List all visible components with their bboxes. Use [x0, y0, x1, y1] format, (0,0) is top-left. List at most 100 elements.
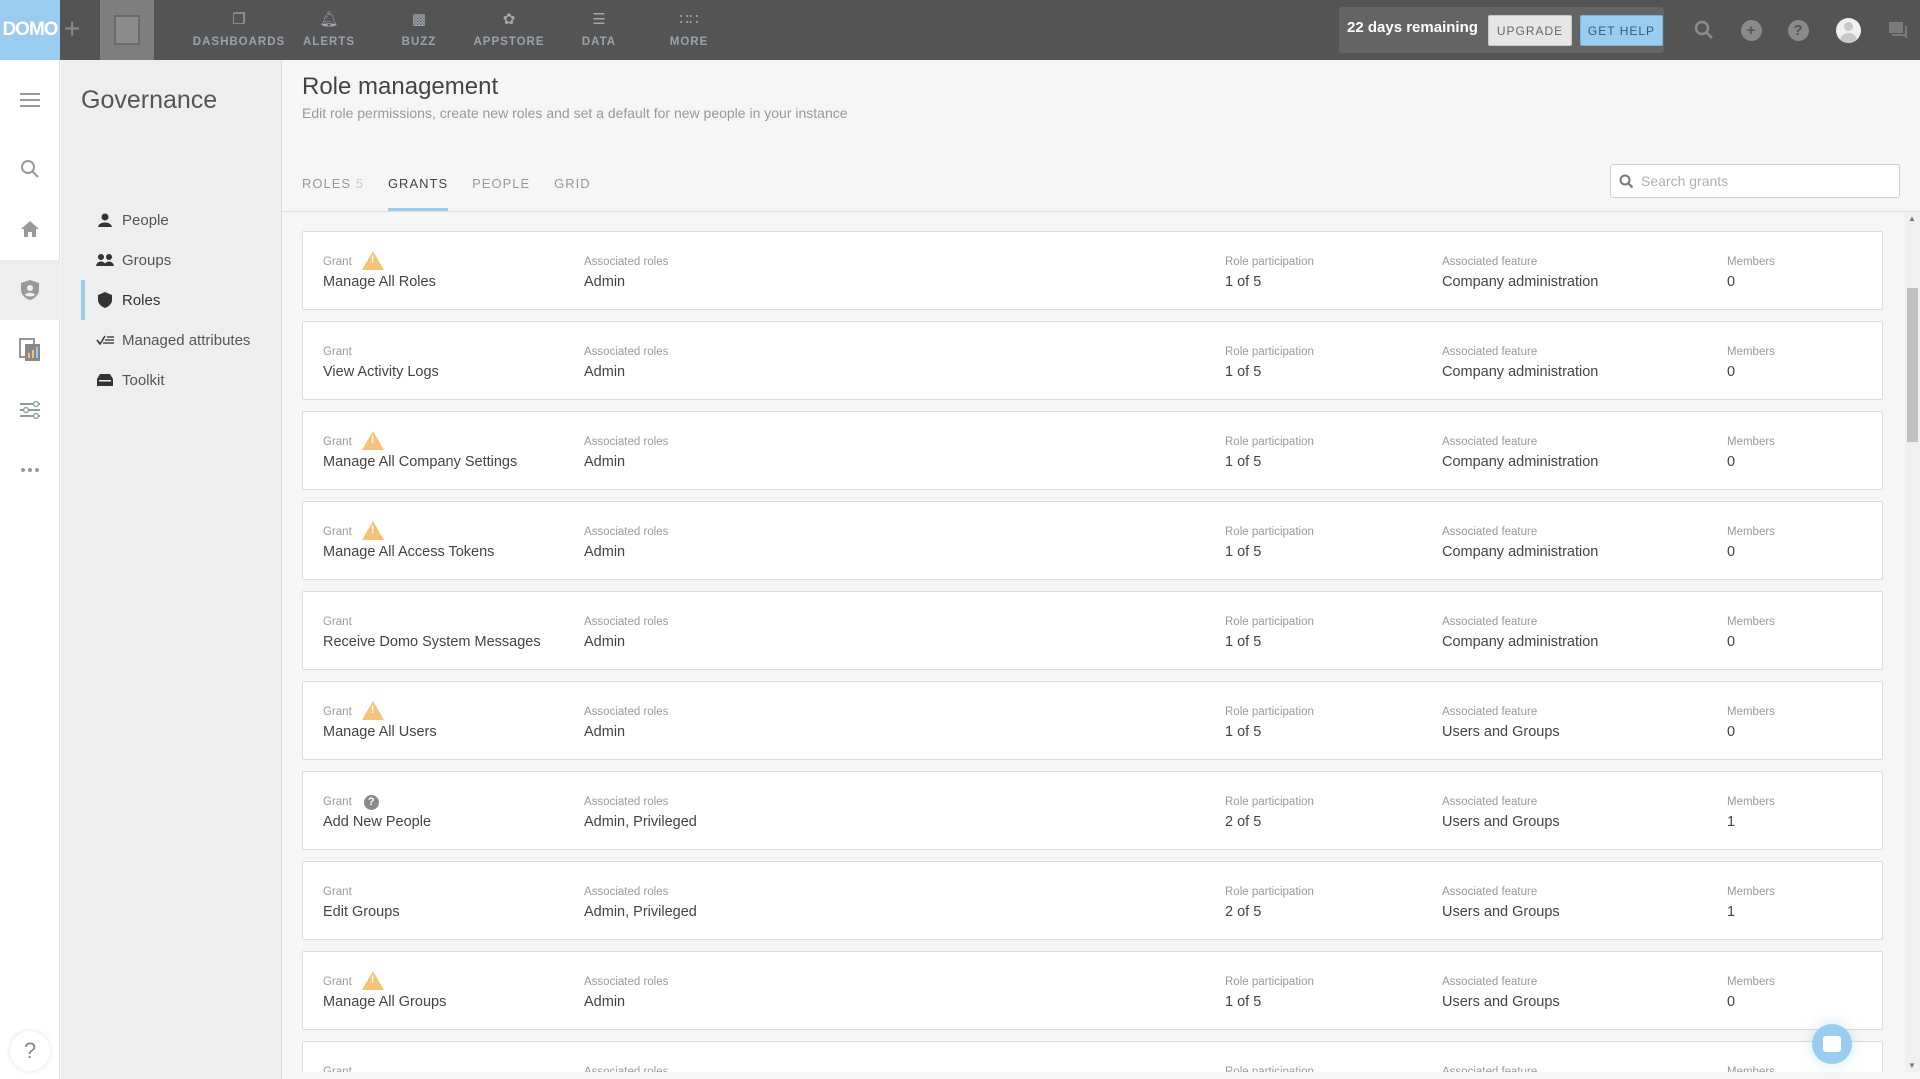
warning-icon[interactable] — [361, 520, 384, 540]
grant-card[interactable]: Grant Manage All Users Associated roles Adm… — [302, 681, 1883, 760]
field-label: Members — [1727, 436, 1775, 448]
avatar[interactable] — [1836, 18, 1861, 43]
home-icon[interactable] — [0, 199, 60, 259]
nav-data[interactable]: ☰ DATA — [554, 0, 644, 60]
bell-icon: 🔔︎ — [319, 11, 339, 28]
members-count: 0 — [1727, 364, 1736, 380]
scrollbar[interactable]: ▲ ▼ — [1905, 212, 1920, 1072]
chat-icon: ▩ — [411, 11, 427, 28]
warning-icon[interactable] — [361, 700, 384, 720]
help-button[interactable]: ? — [10, 1031, 50, 1071]
grant-list: Grant Manage All Roles Associated roles Adm… — [282, 212, 1897, 1072]
help-icon[interactable]: ? — [363, 794, 379, 810]
warning-icon[interactable] — [361, 430, 384, 450]
associated-roles: Admin — [584, 724, 626, 740]
role-participation-column: Role participation 1 of 5 — [1225, 614, 1314, 650]
grant-card[interactable]: Grant Manage All Roles Associated roles Adm… — [302, 231, 1883, 310]
associated-feature-column: Associated feature Company administration — [1442, 434, 1598, 470]
nav-alerts[interactable]: 🔔︎ ALERTS — [284, 0, 374, 60]
scrollbar-thumb[interactable] — [1907, 288, 1918, 442]
field-label: Associated feature — [1442, 256, 1538, 268]
associated-roles-label: Associated roles — [584, 344, 668, 360]
grant-card[interactable]: Grant View Activity Logs Associated roles A… — [302, 321, 1883, 400]
chat-widget-button[interactable] — [1812, 1024, 1852, 1064]
add-icon[interactable]: + — [1739, 18, 1763, 42]
menu-icon[interactable] — [0, 70, 60, 130]
get-help-button[interactable]: GET HELP — [1580, 15, 1663, 46]
associated-feature: Company administration — [1442, 634, 1599, 650]
associated-roles-column: Associated roles Admin — [584, 254, 668, 290]
role-participation: 2 of 5 — [1225, 904, 1262, 920]
sidebar-item-managed-attributes[interactable]: Managed attributes — [81, 320, 276, 360]
nav-dashboards[interactable]: ❐ DASHBOARDS — [192, 0, 286, 60]
members-count-column: Members 1 — [1727, 794, 1775, 830]
left-rail — [0, 60, 60, 1079]
search-icon[interactable] — [1692, 18, 1716, 42]
field-label: Associated roles — [584, 976, 669, 988]
main-content: Role management Edit role permissions, c… — [282, 60, 1920, 1079]
domo-logo[interactable]: DOMO — [0, 0, 60, 60]
nav-appstore[interactable]: ✿ APPSTORE — [464, 0, 554, 60]
plus-icon[interactable]: + — [64, 14, 80, 44]
instance-thumbnail[interactable] — [100, 0, 154, 60]
robot-icon — [114, 15, 140, 45]
tab-grid[interactable]: GRID — [554, 176, 591, 212]
members-count-label: Members — [1727, 884, 1775, 900]
rail-search-icon[interactable] — [0, 139, 60, 199]
search-input[interactable] — [1641, 173, 1881, 189]
grant-card[interactable]: Grant Edit Groups Associated roles Admin, P… — [302, 861, 1883, 940]
settings-sliders-icon[interactable] — [0, 380, 60, 440]
grant-card[interactable]: Grant Manage All Access Tokens Associated … — [302, 501, 1883, 580]
tab-people[interactable]: PEOPLE — [472, 176, 530, 212]
sidebar-item-label: Managed attributes — [122, 331, 251, 349]
associated-roles: Admin — [584, 544, 626, 560]
nav-label: APPSTORE — [473, 36, 545, 48]
scroll-down-icon[interactable]: ▼ — [1908, 1061, 1916, 1070]
toolkit-icon — [94, 373, 116, 387]
messages-icon[interactable] — [1886, 18, 1910, 42]
associated-roles: Admin — [584, 634, 626, 650]
field-label: Associated roles — [584, 346, 669, 358]
analyzer-icon[interactable] — [0, 320, 60, 380]
sidebar-item-people[interactable]: People — [81, 200, 276, 240]
grant-card[interactable]: Grant Manage All Company Settings Associat… — [302, 411, 1883, 490]
upgrade-button[interactable]: UPGRADE — [1488, 15, 1572, 46]
field-label: Associated roles — [584, 256, 669, 268]
governance-icon[interactable] — [0, 260, 60, 320]
tab-roles[interactable]: ROLES 5 — [302, 176, 364, 212]
tab-grants[interactable]: GRANTS — [387, 176, 449, 212]
help-icon[interactable]: ? — [1786, 18, 1810, 42]
role-participation: 1 of 5 — [1225, 544, 1262, 560]
associated-roles-column: Associated roles Admin, Privileged — [584, 884, 697, 920]
grant-card[interactable]: Grant Associated roles Role participation A… — [302, 1041, 1883, 1072]
warning-icon[interactable] — [361, 250, 384, 270]
nav-label: DASHBOARDS — [192, 36, 286, 48]
role-participation-column: Role participation 1 of 5 — [1225, 434, 1314, 470]
grant-card[interactable]: Grant Manage All Groups Associated roles Ad… — [302, 951, 1883, 1030]
role-participation-column: Role participation 1 of 5 — [1225, 704, 1314, 740]
sidebar-item-roles[interactable]: Roles — [81, 280, 276, 320]
nav-more[interactable]: ∷∷ MORE — [644, 0, 734, 60]
scroll-up-icon[interactable]: ▲ — [1908, 214, 1916, 223]
field-label: Role participation — [1225, 616, 1314, 628]
trial-remaining: 22 days remaining — [1347, 19, 1478, 36]
shield-icon — [94, 292, 116, 308]
field-label: Associated feature — [1442, 346, 1538, 358]
field-label: Role participation — [1225, 346, 1314, 358]
grant-name-label: Grant — [323, 1064, 352, 1072]
warning-icon[interactable] — [361, 970, 384, 990]
field-label: Grant — [323, 256, 352, 268]
field-label: Associated roles — [584, 796, 669, 808]
nav-buzz[interactable]: ▩ BUZZ — [374, 0, 464, 60]
sidebar-item-label: People — [122, 211, 169, 229]
grant-name-label: Grant — [323, 614, 541, 630]
grant-card[interactable]: Grant Receive Domo System Messages Associa… — [302, 591, 1883, 670]
sidebar-item-groups[interactable]: Groups — [81, 240, 276, 280]
grant-card[interactable]: Grant? Add New People Associated roles Admi… — [302, 771, 1883, 850]
sidebar-item-toolkit[interactable]: Toolkit — [81, 360, 276, 400]
associated-roles-label: Associated roles — [584, 254, 668, 270]
associated-feature: Users and Groups — [1442, 814, 1560, 830]
members-count-label: Members — [1727, 254, 1775, 270]
more-icon[interactable] — [0, 440, 60, 500]
members-count-label: Members — [1727, 434, 1775, 450]
